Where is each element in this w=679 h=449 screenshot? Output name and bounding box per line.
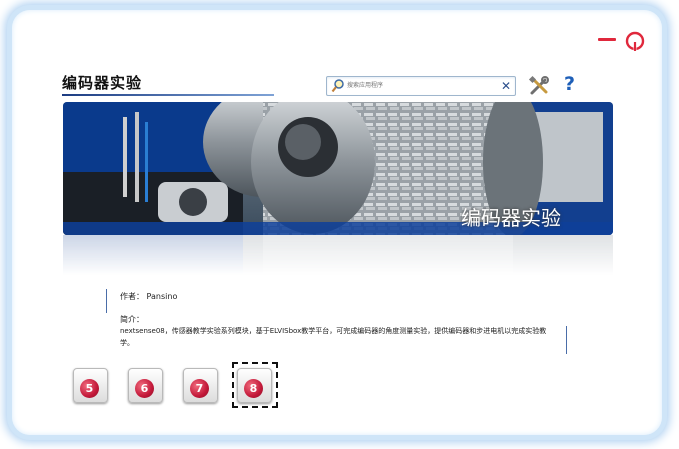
module-button-8[interactable]: 8 [237, 368, 272, 403]
banner-image: 编码器实验 [63, 102, 613, 235]
intro-divider [566, 326, 567, 354]
search-box[interactable]: ✕ [326, 76, 516, 96]
module-number-8: 8 [244, 379, 263, 398]
banner-reflection: 编码器实验 [63, 235, 613, 275]
author-text: 作者： Pansino [120, 292, 178, 301]
banner-caption: 编码器实验 [461, 206, 561, 230]
author-divider [106, 289, 107, 313]
module-button-5[interactable]: 5 [73, 368, 108, 403]
intro-text: nextsense08，传感器教学实验系列模块，基于ELVISbox教学平台，可… [120, 327, 547, 347]
minimize-icon[interactable] [598, 38, 616, 41]
tools-icon[interactable] [528, 75, 550, 97]
title-underline [62, 94, 274, 96]
module-button-6[interactable]: 6 [128, 368, 163, 403]
module-button-7[interactable]: 7 [183, 368, 218, 403]
clear-search-icon[interactable]: ✕ [501, 78, 511, 94]
intro-label: 简介： [120, 315, 144, 324]
power-icon[interactable] [624, 30, 646, 52]
page-title: 编码器实验 [62, 74, 143, 92]
magnifier-icon[interactable] [331, 78, 345, 94]
help-button[interactable]: ? [564, 73, 575, 95]
module-number-6: 6 [135, 379, 154, 398]
module-number-5: 5 [80, 379, 99, 398]
module-number-7: 7 [190, 379, 209, 398]
search-input[interactable] [347, 79, 497, 92]
